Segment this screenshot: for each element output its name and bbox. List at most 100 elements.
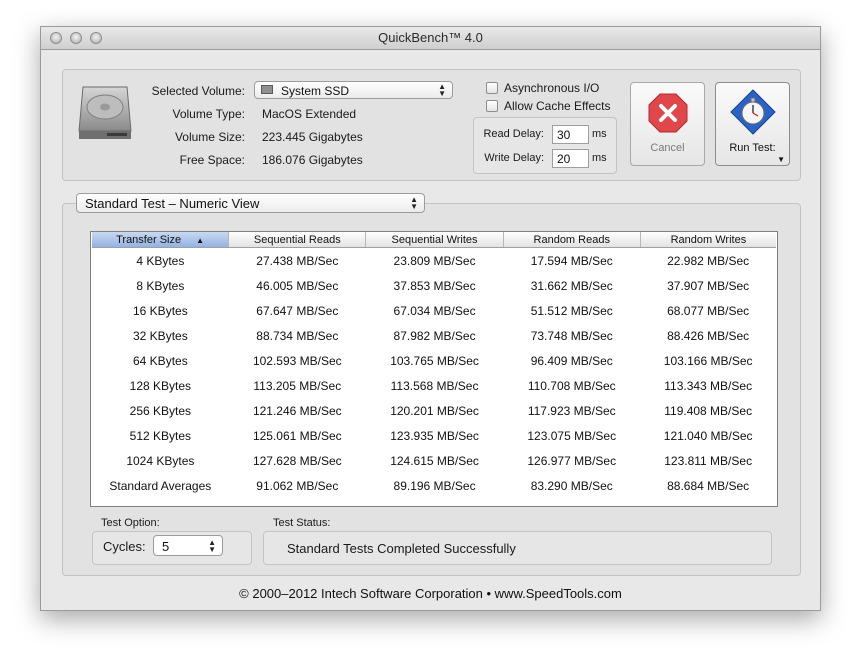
- column-header-random-reads[interactable]: Random Reads: [503, 232, 641, 248]
- transfer-size-cell: 32 KBytes: [133, 328, 188, 343]
- cancel-label: Cancel: [650, 142, 685, 154]
- cycles-value: 5: [162, 539, 170, 554]
- column-header-random-writes[interactable]: Random Writes: [640, 232, 776, 248]
- throughput-cell: 88.426 MB/Sec: [667, 328, 750, 343]
- sort-ascending-icon: ▲: [196, 235, 205, 245]
- hard-drive-icon: [77, 83, 133, 141]
- throughput-cell: 37.853 MB/Sec: [393, 278, 476, 293]
- table-row[interactable]: 32 KBytes 88.734 MB/Sec 87.982 MB/Sec 73.74…: [92, 323, 776, 348]
- transfer-size-cell: 16 KBytes: [133, 303, 188, 318]
- column-header-sequential-writes[interactable]: Sequential Writes: [365, 232, 504, 248]
- cycles-label: Cycles:: [103, 539, 146, 554]
- transfer-size-cell: 8 KBytes: [136, 278, 185, 293]
- throughput-cell: 123.075 MB/Sec: [527, 428, 617, 443]
- run-test-label: Run Test:: [729, 142, 776, 154]
- title-bar: QuickBench™ 4.0: [41, 27, 820, 50]
- dropdown-triangle-icon: ▼: [777, 155, 785, 164]
- throughput-cell: 51.512 MB/Sec: [530, 303, 613, 318]
- throughput-cell: 124.615 MB/Sec: [390, 453, 479, 468]
- volume-disk-icon: [261, 85, 273, 94]
- throughput-cell: 23.809 MB/Sec: [393, 253, 476, 268]
- averages-row[interactable]: Standard Averages 91.062 MB/Sec 89.196 MB/…: [92, 473, 776, 498]
- throughput-cell: 102.593 MB/Sec: [252, 353, 342, 368]
- throughput-cell: 126.977 MB/Sec: [527, 453, 617, 468]
- volume-size-value: 223.445 Gigabytes: [262, 130, 363, 144]
- throughput-cell: 68.077 MB/Sec: [667, 303, 750, 318]
- popup-arrows-icon: ▲ ▼: [438, 82, 446, 98]
- throughput-cell: 125.061 MB/Sec: [252, 428, 342, 443]
- volume-select[interactable]: System SSD ▲ ▼: [254, 81, 453, 99]
- column-header-sequential-reads[interactable]: Sequential Reads: [228, 232, 367, 248]
- table-row[interactable]: 16 KBytes 67.647 MB/Sec 67.034 MB/Sec 51.51…: [92, 298, 776, 323]
- results-table: Transfer Size ▲ Sequential Reads Sequent…: [92, 232, 776, 498]
- throughput-cell: 31.662 MB/Sec: [530, 278, 613, 293]
- column-header-transfer-size[interactable]: Transfer Size ▲: [92, 232, 230, 248]
- throughput-cell: 88.684 MB/Sec: [667, 478, 750, 493]
- throughput-cell: 103.166 MB/Sec: [663, 353, 753, 368]
- throughput-cell: 119.408 MB/Sec: [664, 403, 753, 418]
- throughput-cell: 113.205 MB/Sec: [253, 378, 342, 393]
- async-io-checkbox[interactable]: [486, 82, 498, 94]
- throughput-cell: 37.907 MB/Sec: [667, 278, 750, 293]
- view-mode-select[interactable]: Standard Test – Numeric View ▲ ▼: [76, 193, 425, 213]
- table-row[interactable]: 4 KBytes 27.438 MB/Sec 23.809 MB/Sec 17.594…: [92, 248, 776, 274]
- table-row[interactable]: 128 KBytes 113.205 MB/Sec 113.568 MB/Sec 11…: [92, 373, 776, 398]
- read-delay-unit: ms: [592, 128, 607, 140]
- throughput-cell: 121.246 MB/Sec: [252, 403, 342, 418]
- table-row[interactable]: 8 KBytes 46.005 MB/Sec 37.853 MB/Sec 31.662…: [92, 273, 776, 298]
- app-window: QuickBench™ 4.0 Selected Volume: System …: [40, 26, 821, 611]
- throughput-cell: 96.409 MB/Sec: [530, 353, 613, 368]
- test-status-value: Standard Tests Completed Successfully: [287, 541, 516, 556]
- transfer-size-cell: 128 KBytes: [129, 378, 192, 393]
- volume-select-value: System SSD: [281, 84, 350, 98]
- throughput-cell: 27.438 MB/Sec: [256, 253, 339, 268]
- copyright-footer: © 2000–2012 Intech Software Corporation …: [239, 586, 622, 601]
- read-delay-label: Read Delay:: [483, 128, 544, 140]
- throughput-cell: 117.923 MB/Sec: [527, 403, 616, 418]
- throughput-cell: 17.594 MB/Sec: [530, 253, 613, 268]
- table-row[interactable]: 256 KBytes 121.246 MB/Sec 120.201 MB/Sec 11…: [92, 398, 776, 423]
- throughput-cell: 123.811 MB/Sec: [664, 453, 753, 468]
- volume-type-label: Volume Type:: [172, 107, 246, 121]
- popup-arrows-icon: ▲ ▼: [410, 195, 418, 211]
- throughput-cell: 127.628 MB/Sec: [252, 453, 342, 468]
- transfer-size-cell: 512 KBytes: [129, 428, 192, 443]
- cache-effects-label: Allow Cache Effects: [504, 99, 611, 113]
- transfer-size-cell: 4 KBytes: [136, 253, 185, 268]
- table-row[interactable]: 512 KBytes 125.061 MB/Sec 123.935 MB/Sec 12…: [92, 423, 776, 448]
- throughput-cell: 87.982 MB/Sec: [393, 328, 476, 343]
- throughput-cell: 67.647 MB/Sec: [256, 303, 339, 318]
- throughput-cell: 113.343 MB/Sec: [664, 378, 753, 393]
- volume-size-label: Volume Size:: [174, 130, 245, 144]
- transfer-size-cell: Standard Averages: [109, 478, 212, 493]
- write-delay-input[interactable]: 20: [552, 149, 589, 168]
- selected-volume-label: Selected Volume:: [151, 84, 245, 98]
- throughput-cell: 110.708 MB/Sec: [527, 378, 616, 393]
- throughput-cell: 73.748 MB/Sec: [530, 328, 613, 343]
- window-title: QuickBench™ 4.0: [378, 30, 483, 45]
- test-status-label: Test Status:: [273, 517, 331, 529]
- throughput-cell: 91.062 MB/Sec: [256, 478, 339, 493]
- cancel-stop-icon: [648, 93, 688, 133]
- write-delay-label: Write Delay:: [484, 152, 544, 164]
- throughput-cell: 103.765 MB/Sec: [390, 353, 479, 368]
- transfer-size-cell: 64 KBytes: [133, 353, 188, 368]
- table-row[interactable]: 64 KBytes 102.593 MB/Sec 103.765 MB/Sec 96.…: [92, 348, 776, 373]
- throughput-cell: 120.201 MB/Sec: [390, 403, 479, 418]
- run-test-button[interactable]: Run Test: ▼: [715, 82, 790, 166]
- throughput-cell: 46.005 MB/Sec: [256, 278, 339, 293]
- read-delay-input[interactable]: 30: [552, 125, 589, 144]
- table-row[interactable]: 1024 KBytes 127.628 MB/Sec 124.615 MB/Sec 1…: [92, 448, 776, 473]
- stopwatch-icon: [730, 89, 776, 135]
- cancel-button[interactable]: Cancel: [630, 82, 705, 166]
- throughput-cell: 83.290 MB/Sec: [530, 478, 613, 493]
- cycles-stepper[interactable]: 5 ▲ ▼: [153, 535, 223, 556]
- throughput-cell: 89.196 MB/Sec: [393, 478, 476, 493]
- throughput-cell: 121.040 MB/Sec: [663, 428, 753, 443]
- transfer-size-cell: 256 KBytes: [129, 403, 192, 418]
- throughput-cell: 22.982 MB/Sec: [667, 253, 750, 268]
- test-option-label: Test Option:: [101, 517, 160, 529]
- stepper-arrows-icon[interactable]: ▲ ▼: [208, 539, 216, 554]
- cache-effects-checkbox[interactable]: [486, 100, 498, 112]
- delay-group: [473, 117, 617, 174]
